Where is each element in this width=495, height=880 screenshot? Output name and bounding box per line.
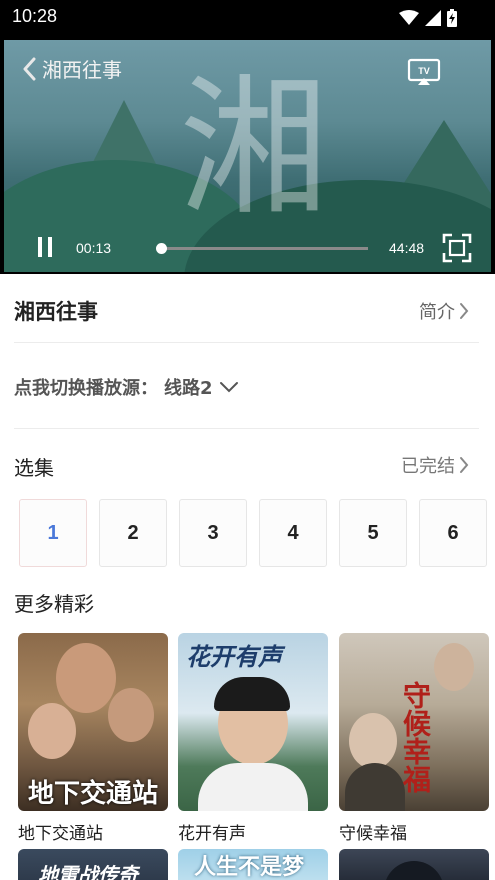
- poster-text: 人生不是梦: [194, 855, 305, 880]
- signal-icon: [425, 10, 441, 26]
- status-bar: 10:28: [0, 0, 495, 36]
- episode-button[interactable]: 1: [19, 499, 87, 567]
- recommend-card-partial[interactable]: 人生不是梦: [178, 849, 328, 880]
- poster-text: 地下交通站: [28, 779, 159, 809]
- show-title: 湘西往事: [14, 300, 98, 324]
- episode-list[interactable]: 1 2 3 4 5 6: [19, 499, 495, 567]
- divider: [14, 428, 479, 429]
- recommend-card-partial[interactable]: 地雷战传奇: [18, 849, 168, 880]
- battery-icon: [447, 9, 457, 27]
- fullscreen-icon[interactable]: [442, 233, 472, 263]
- episode-button[interactable]: 5: [339, 499, 407, 567]
- episode-status-button[interactable]: 已完结: [401, 452, 469, 478]
- status-icons: [399, 8, 457, 28]
- source-label: 点我切换播放源：: [14, 378, 158, 399]
- video-overlay-char: 湘: [179, 62, 329, 230]
- poster-figure: [384, 861, 444, 880]
- card-label: 守候幸福: [339, 824, 407, 844]
- card-label: 花开有声: [178, 824, 246, 844]
- poster-text: 地雷战传奇: [38, 863, 138, 880]
- more-title: 更多精彩: [14, 592, 94, 616]
- poster-image[interactable]: 地下交通站: [18, 633, 168, 811]
- pause-icon[interactable]: [36, 236, 54, 258]
- tv-icon-label: TV: [418, 66, 430, 76]
- episode-button[interactable]: 3: [179, 499, 247, 567]
- cast-tv-icon[interactable]: TV: [407, 58, 441, 86]
- poster-text: 守候幸福: [399, 681, 432, 793]
- back-arrow-icon: [23, 57, 36, 80]
- total-time: 44:48: [389, 240, 425, 256]
- player-back-button[interactable]: 湘西往事: [22, 54, 122, 83]
- episode-status: 已完结: [401, 456, 455, 477]
- chevron-down-icon: [219, 382, 238, 393]
- poster-text: 花开有声: [186, 643, 282, 671]
- wifi-icon: [399, 10, 419, 25]
- episodes-title: 选集: [14, 456, 54, 480]
- poster-image[interactable]: 花开有声: [178, 633, 328, 811]
- recommend-card-partial[interactable]: [339, 849, 489, 880]
- video-title-calligraphy: 湘: [179, 62, 329, 230]
- episode-button[interactable]: 2: [99, 499, 167, 567]
- episode-button[interactable]: 4: [259, 499, 327, 567]
- progress-slider[interactable]: [156, 243, 368, 254]
- source-switch[interactable]: 点我切换播放源： 线路2: [14, 374, 239, 400]
- source-value: 线路2: [164, 378, 213, 399]
- status-time: 10:28: [12, 6, 58, 26]
- chevron-right-icon: [460, 303, 469, 319]
- card-label: 地下交通站: [18, 824, 103, 844]
- current-time: 00:13: [76, 240, 112, 256]
- chevron-right-icon: [460, 457, 469, 473]
- episode-button[interactable]: 6: [419, 499, 487, 567]
- player-title: 湘西往事: [42, 58, 122, 82]
- divider: [14, 342, 479, 343]
- progress-thumb[interactable]: [156, 243, 168, 254]
- intro-button[interactable]: 简介: [419, 298, 469, 324]
- poster-image[interactable]: 守候幸福: [339, 633, 489, 811]
- intro-label: 简介: [419, 302, 455, 323]
